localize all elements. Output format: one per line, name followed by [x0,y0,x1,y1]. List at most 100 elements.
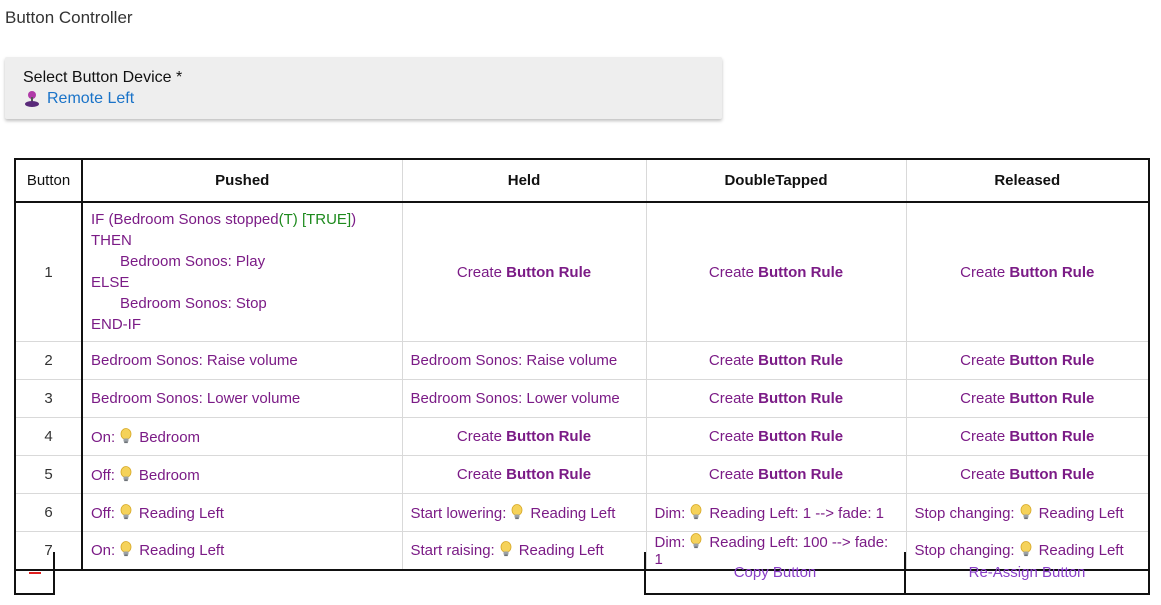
button-number: 4 [14,417,83,456]
lightbulb-icon [119,541,133,557]
create-bold: Button Rule [506,263,592,281]
button-number: 5 [14,455,83,494]
remove-button[interactable] [14,552,55,595]
doubletapped-rule[interactable]: Dim: Reading Left: 1 --> fade: 1 [645,493,907,532]
released-rule[interactable]: Stop changing: Reading Left [905,493,1150,532]
create-button-rule-link[interactable]: Create Button Rule [645,379,907,418]
held-rule[interactable]: Bedroom Sonos: Raise volume [401,341,647,380]
rule-device: Bedroom [138,466,200,484]
rule-device: Reading Left: 1 --> fade: 1 [709,504,885,522]
rule-device: Reading Left [518,542,604,560]
create-bold: Button Rule [758,466,844,483]
rule-else: ELSE [91,274,130,291]
header-button: Button [14,158,83,203]
create-prefix: Create [456,466,502,483]
rule-device: Reading Left [530,504,616,522]
reassign-button[interactable]: Re-Assign Button [904,552,1150,595]
create-button-rule-link[interactable]: Create Button Rule [645,341,907,380]
create-prefix: Create [960,263,1006,281]
held-rule[interactable]: Bedroom Sonos: Lower volume [401,379,647,418]
create-bold: Button Rule [1009,352,1095,369]
lightbulb-icon [689,504,703,520]
held-rule[interactable]: Start lowering: Reading Left [401,493,647,532]
pushed-rule[interactable]: Off: Bedroom [81,455,403,494]
lightbulb-icon [119,428,133,444]
create-button-rule-link[interactable]: Create Button Rule [401,417,647,456]
create-button-rule-link[interactable]: Create Button Rule [905,455,1150,494]
button-number: 3 [14,379,83,418]
device-selector[interactable]: Select Button Device * Remote Left [5,57,722,119]
header-released: Released [905,158,1150,203]
create-prefix: Create [708,428,754,445]
button-number: 1 [14,201,83,342]
lightbulb-icon [510,504,524,520]
lightbulb-icon [119,504,133,520]
table-row: 3 Bedroom Sonos: Lower volume Bedroom So… [14,379,1150,418]
button-number: 6 [14,493,83,532]
rule-action: On: [91,428,116,446]
rule-action: Start lowering: [410,504,507,522]
create-bold: Button Rule [506,466,592,483]
pushed-rule[interactable]: Bedroom Sonos: Lower volume [81,379,403,418]
rule-then-action: Bedroom Sonos: Play [120,253,266,270]
minus-icon [28,571,41,574]
button-number: 2 [14,341,83,380]
create-bold: Button Rule [506,428,592,445]
rule-device: Reading Left [1038,504,1124,522]
rule-action: Dim: [654,504,686,522]
device-selector-label: Select Button Device * [23,69,183,86]
rule-endif: END-IF [91,316,141,333]
create-button-rule-link[interactable]: Create Button Rule [905,379,1150,418]
create-prefix: Create [960,390,1006,407]
create-bold: Button Rule [1009,428,1095,445]
create-bold: Button Rule [758,428,844,445]
create-button-rule-link[interactable]: Create Button Rule [401,201,647,342]
pushed-rule[interactable]: IF (Bedroom Sonos stopped(T) [TRUE]) THE… [81,201,403,342]
rule-else-action: Bedroom Sonos: Stop [120,295,267,312]
rule-condition-value: [TRUE] [301,211,352,228]
device-selector-value[interactable]: Remote Left [23,89,704,109]
rule-device: Reading Left [139,542,225,560]
pushed-rule[interactable]: Bedroom Sonos: Raise volume [81,341,403,380]
create-button-rule-link[interactable]: Create Button Rule [645,455,907,494]
create-prefix: Create [708,466,754,483]
table-row: 1 IF (Bedroom Sonos stopped(T) [TRUE]) T… [14,201,1150,342]
header-held: Held [401,158,647,203]
create-prefix: Create [456,428,502,445]
rule-action: Start raising: [410,542,495,560]
button-rules-table: Button Pushed Held DoubleTapped Released… [14,158,1150,571]
lightbulb-icon [499,541,513,557]
table-row: 5 Off: Bedroom Create Button Rule Create … [14,455,1150,494]
create-button-rule-link[interactable]: Create Button Rule [905,201,1150,342]
device-name-link[interactable]: Remote Left [47,89,134,109]
header-doubletapped: DoubleTapped [645,158,907,203]
table-row: 2 Bedroom Sonos: Raise volume Bedroom So… [14,341,1150,380]
create-bold: Button Rule [1009,390,1095,407]
create-button-rule-link[interactable]: Create Button Rule [645,201,907,342]
lightbulb-icon [119,466,133,482]
create-bold: Button Rule [758,390,844,407]
create-button-rule-link[interactable]: Create Button Rule [401,455,647,494]
held-rule[interactable]: Start raising: Reading Left [401,531,647,571]
copy-button[interactable]: Copy Button [644,552,906,595]
pushed-rule[interactable]: Off: Reading Left [81,493,403,532]
rule-action: Off: [91,504,115,522]
create-bold: Button Rule [758,352,844,369]
create-button-rule-link[interactable]: Create Button Rule [905,341,1150,380]
lightbulb-icon [689,533,703,549]
create-prefix: Create [708,263,754,281]
header-pushed: Pushed [81,158,403,203]
pushed-rule[interactable]: On: Bedroom [81,417,403,456]
create-button-rule-link[interactable]: Create Button Rule [905,417,1150,456]
rule-action: Stop changing: [914,504,1015,522]
create-bold: Button Rule [1009,263,1095,281]
table-row: 6 Off: Reading Left Start lowering: Readin… [14,493,1150,532]
rule-if-text: IF (Bedroom Sonos stopped [91,211,279,228]
rule-action: Off: [91,466,115,484]
pushed-rule[interactable]: On: Reading Left [81,531,403,571]
create-bold: Button Rule [1009,466,1095,483]
create-bold: Button Rule [758,263,844,281]
rule-action: On: [91,542,116,560]
rule-condition-state: (T) [278,211,298,228]
create-button-rule-link[interactable]: Create Button Rule [645,417,907,456]
